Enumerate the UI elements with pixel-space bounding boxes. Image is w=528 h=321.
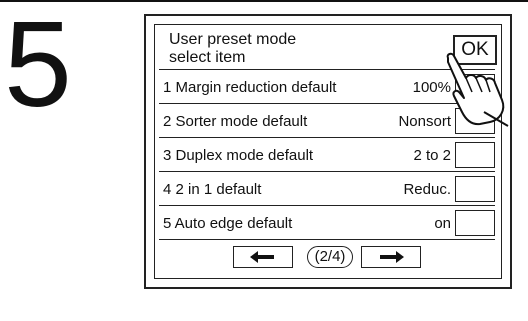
row-value: 2 to 2 (413, 147, 451, 164)
panel-title: User preset mode select item (169, 31, 296, 67)
left-arrow-icon (250, 251, 274, 263)
right-arrow-icon (380, 251, 404, 263)
row-select-box[interactable] (455, 210, 495, 236)
next-page-button[interactable] (361, 246, 421, 268)
step-number: 5 (4, 0, 72, 132)
page-nav: (2/4) (159, 239, 495, 275)
panel-title-line1: User preset mode (169, 31, 297, 48)
row-select-box[interactable] (455, 176, 495, 202)
menu-row-duplex-mode[interactable]: 3 Duplex mode default 2 to 2 (159, 137, 495, 171)
row-select-box[interactable] (455, 142, 495, 168)
row-label: 4 2 in 1 default (163, 181, 262, 198)
row-value: Reduc. (403, 181, 451, 198)
row-label: 5 Auto edge default (163, 215, 293, 232)
top-rule (0, 0, 528, 2)
prev-page-button[interactable] (233, 246, 293, 268)
panel-title-line2: select item (169, 49, 246, 66)
pointing-hand-icon (446, 52, 509, 127)
row-label: 2 Sorter mode default (163, 113, 308, 130)
row-label: 3 Duplex mode default (163, 147, 314, 164)
row-label: 1 Margin reduction default (163, 79, 337, 96)
menu-row-2in1[interactable]: 4 2 in 1 default Reduc. (159, 171, 495, 205)
page-indicator: (2/4) (307, 246, 353, 268)
menu-row-auto-edge[interactable]: 5 Auto edge default on (159, 205, 495, 239)
row-value: on (434, 215, 451, 232)
